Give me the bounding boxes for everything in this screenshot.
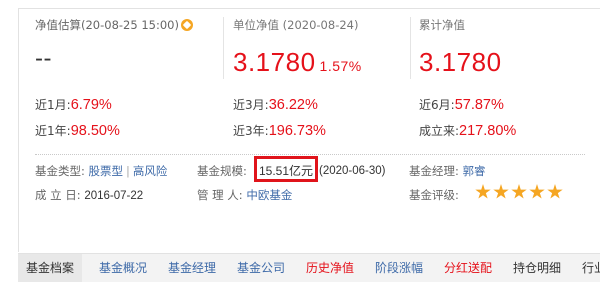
perf-label: 近1月:: [35, 98, 71, 112]
fund-scale-value: 15.51亿元: [259, 164, 314, 178]
star-icon: [511, 184, 527, 199]
acc-nav-header: 累计净值: [419, 18, 465, 32]
rating-stars: [475, 184, 565, 200]
founded-value: 2016-07-22: [84, 190, 144, 202]
perf-label: 成立来:: [419, 124, 460, 138]
tab-history-nav[interactable]: 历史净值: [306, 254, 354, 282]
fund-scale-label: 基金规模:: [197, 164, 247, 178]
perf-label: 近6月:: [419, 98, 455, 112]
star-icon: [475, 184, 491, 199]
column-divider: [410, 17, 411, 79]
estimate-value: --: [35, 45, 52, 72]
perf-value: 98.50%: [70, 123, 120, 139]
acc-nav-value: 3.1780: [419, 47, 502, 77]
tab-fund-overview[interactable]: 基金概况: [99, 254, 147, 282]
fund-type-link[interactable]: 股票型: [89, 164, 124, 178]
section-divider: [35, 154, 585, 155]
perf-label: 近3月:: [233, 98, 269, 112]
perf-3m: 近3月:36.22%: [233, 96, 318, 113]
fund-scale-date-wrap: (2020-06-30): [319, 163, 385, 177]
fund-type-label: 基金类型:: [35, 164, 85, 178]
fund-type-row: 基金类型: 股票型 | 高风险: [35, 163, 167, 179]
perf-label: 近1年:: [35, 124, 71, 138]
rating-label: 基金评级:: [409, 188, 459, 202]
fund-summary-panel: 净值估算(20-08-25 15:00) -- 单位净值 (2020-08-24…: [18, 8, 600, 252]
perf-3y: 近3年:196.73%: [233, 122, 326, 139]
perf-value: 36.22%: [268, 97, 318, 113]
info-icon[interactable]: [180, 18, 193, 31]
fund-tab-bar: 基金档案 基金概况 基金经理 基金公司 历史净值 阶段涨幅 分红送配 持仓明细 …: [18, 253, 600, 282]
estimate-header: 净值估算(20-08-25 15:00): [35, 17, 193, 33]
admin-row: 管 理 人: 中欧基金: [197, 187, 292, 203]
admin-label: 管 理 人:: [197, 188, 243, 202]
tab-fund-archive[interactable]: 基金档案: [18, 254, 83, 282]
admin-link[interactable]: 中欧基金: [246, 188, 292, 202]
perf-label: 近3年:: [233, 124, 269, 138]
perf-since-inception: 成立来:217.80%: [419, 122, 516, 139]
tab-dividends[interactable]: 分红送配: [444, 254, 492, 282]
tab-fund-company[interactable]: 基金公司: [237, 254, 285, 282]
perf-value: 196.73%: [268, 123, 326, 139]
tab-industry[interactable]: 行业配置: [582, 254, 600, 282]
fund-manager-label: 基金经理:: [409, 164, 459, 178]
unit-nav-column: 单位净值 (2020-08-24) 3.1780 1.57%: [233, 9, 408, 79]
star-icon: [493, 184, 509, 199]
separator: |: [126, 164, 130, 178]
perf-6m: 近6月:57.87%: [419, 96, 504, 113]
star-icon: [547, 184, 563, 199]
unit-nav-value-wrap: 3.1780 1.57%: [233, 47, 362, 78]
perf-value: 57.87%: [454, 97, 504, 113]
perf-1m: 近1月:6.79%: [35, 96, 112, 113]
unit-nav-value: 3.1780: [233, 47, 316, 77]
rating-row: 基金评级:: [409, 187, 459, 203]
estimate-header-label: 净值估算(20-08-25 15:00): [35, 18, 179, 32]
perf-value: 217.80%: [459, 123, 517, 139]
unit-nav-change: 1.57%: [319, 58, 362, 74]
star-icon: [529, 184, 545, 199]
founded-row: 成 立 日: 2016-07-22: [35, 187, 143, 203]
tab-holdings[interactable]: 持仓明细: [513, 254, 561, 282]
perf-value: 6.79%: [70, 97, 112, 113]
tab-stage-returns[interactable]: 阶段涨幅: [375, 254, 423, 282]
unit-nav-header: 单位净值 (2020-08-24): [233, 18, 359, 32]
tab-fund-manager[interactable]: 基金经理: [168, 254, 216, 282]
perf-1y: 近1年:98.50%: [35, 122, 120, 139]
fund-scale-highlight: 15.51亿元: [254, 156, 318, 182]
fund-scale-label-wrap: 基金规模:: [197, 163, 247, 179]
fund-manager-link[interactable]: 郭睿: [463, 164, 486, 178]
fund-scale-date: (2020-06-30): [319, 165, 386, 177]
fund-manager-row: 基金经理: 郭睿: [409, 163, 486, 179]
founded-label: 成 立 日:: [35, 188, 81, 202]
acc-nav-column: 累计净值 3.1780: [419, 9, 599, 79]
estimate-column: 净值估算(20-08-25 15:00) --: [35, 9, 225, 79]
risk-level-link[interactable]: 高风险: [133, 164, 168, 178]
